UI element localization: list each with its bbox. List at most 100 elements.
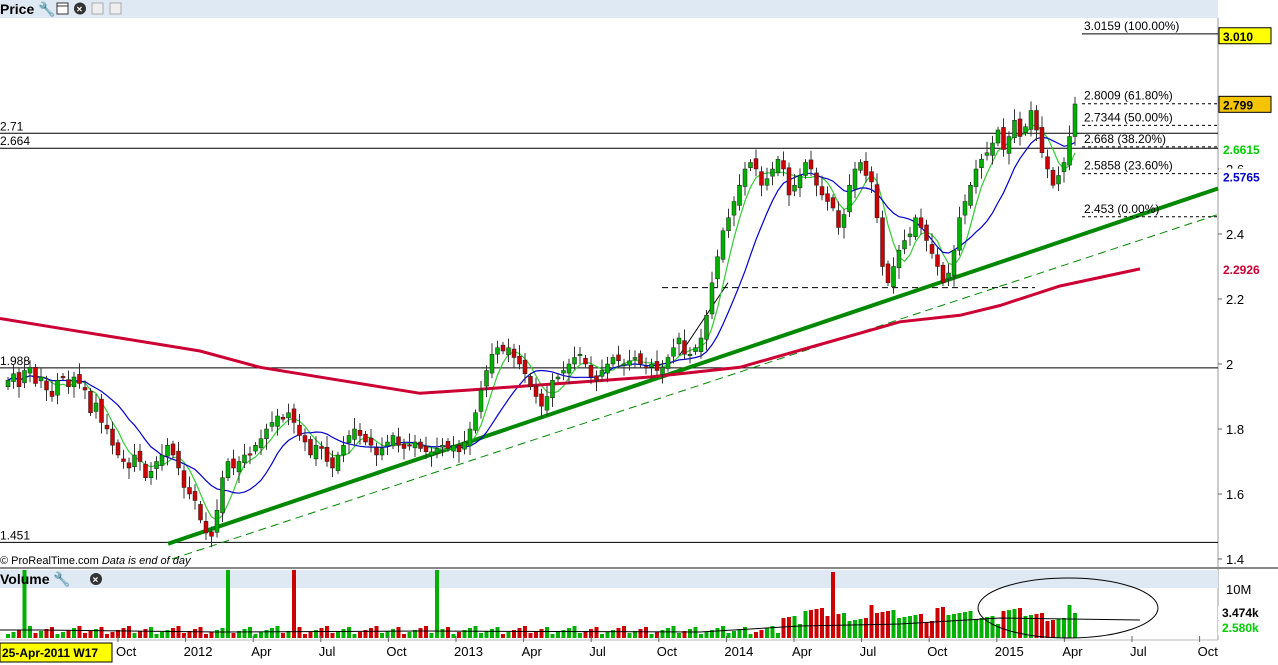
candle-body xyxy=(280,417,286,420)
candle-body xyxy=(115,442,121,456)
volume-bar xyxy=(171,628,175,638)
volume-bar xyxy=(699,634,703,638)
candle-body xyxy=(1056,175,1061,185)
candle-body xyxy=(605,363,610,374)
candle-body xyxy=(913,217,918,237)
volume-panel-title: Volume xyxy=(0,571,50,587)
volume-bar xyxy=(825,616,830,638)
volume-bar xyxy=(506,632,511,638)
candle-body xyxy=(16,372,22,388)
volume-bar xyxy=(952,614,956,638)
source-note: © ProRealTime.com Data is end of day xyxy=(0,555,192,567)
volume-bar xyxy=(270,628,274,638)
level-label: 2.664 xyxy=(0,134,30,148)
candle-body xyxy=(819,186,825,196)
candle-body xyxy=(577,354,583,356)
candle-body xyxy=(924,224,929,241)
price-volume-chart[interactable]: 2.712.664 1.988 1.451 3.0159 (100.00%) 2.80… xyxy=(0,0,1278,665)
candle-body xyxy=(467,428,473,447)
volume-bar xyxy=(974,619,978,638)
candle-body xyxy=(297,424,302,436)
candle-body xyxy=(154,461,159,469)
volume-bar xyxy=(336,631,340,638)
candle-body xyxy=(880,217,885,267)
volume-bar xyxy=(644,627,648,638)
candle-body xyxy=(907,233,913,237)
candle-body xyxy=(236,461,242,473)
window-icon[interactable] xyxy=(56,2,69,15)
candle-body xyxy=(209,531,214,537)
candle-body xyxy=(583,357,588,365)
volume-bar xyxy=(484,631,489,638)
candle-body xyxy=(203,521,209,534)
candle-body xyxy=(286,412,291,419)
candle-body xyxy=(885,263,891,283)
candle-body xyxy=(753,158,759,170)
candle-body xyxy=(478,389,484,412)
volume-bar xyxy=(374,626,379,638)
candle-body xyxy=(610,357,616,365)
candle-body xyxy=(291,408,297,423)
volume-bar xyxy=(1056,619,1061,638)
candle-body xyxy=(99,398,104,423)
expand-icon[interactable] xyxy=(91,2,104,15)
x-tick-label: Oct xyxy=(657,644,678,659)
fib-level-label: 3.0159 (100.00%) xyxy=(1084,19,1179,33)
volume-bar xyxy=(556,632,560,638)
candle-body xyxy=(1006,136,1012,154)
candle-body xyxy=(495,347,500,355)
candle-body xyxy=(445,441,451,449)
candle-body xyxy=(176,450,181,469)
candle-body xyxy=(836,210,841,228)
wrench-icon[interactable]: 🔧 xyxy=(53,570,70,588)
candle-body xyxy=(247,453,253,456)
candle-body xyxy=(456,445,462,452)
volume-bar xyxy=(55,634,60,638)
x-tick-label: Jul xyxy=(319,644,336,659)
candle-body xyxy=(792,185,797,192)
x-tick-label: Apr xyxy=(1062,644,1083,659)
candle-body xyxy=(346,435,352,443)
candle-body xyxy=(588,365,594,378)
volume-bar xyxy=(380,633,384,638)
candle-body xyxy=(1017,118,1023,137)
volume-bar xyxy=(242,629,247,638)
volume-bar xyxy=(693,627,698,638)
x-tick-label: Apr xyxy=(792,644,813,659)
volume-bar xyxy=(72,628,76,638)
candle-body xyxy=(27,367,33,374)
candle-body xyxy=(148,471,154,478)
collapse-icon[interactable] xyxy=(109,2,122,15)
volume-bar xyxy=(737,629,742,638)
price-tag-text: 3.010 xyxy=(1223,30,1253,44)
candle-body xyxy=(814,172,819,186)
candle-body xyxy=(231,458,236,469)
volume-bar xyxy=(880,612,885,638)
candle-body xyxy=(742,168,748,187)
volume-bar xyxy=(968,611,973,638)
candle-body xyxy=(676,337,682,345)
volume-bar xyxy=(33,633,38,638)
volume-bar xyxy=(308,632,313,638)
candle-body xyxy=(264,428,269,439)
volume-bar xyxy=(391,629,395,638)
candle-body xyxy=(451,445,456,452)
price-panel-title: Price xyxy=(0,1,34,17)
candle-body xyxy=(550,380,555,399)
price-tag-text: 2.2926 xyxy=(1223,263,1260,277)
candle-body xyxy=(973,168,979,187)
candle-body xyxy=(170,443,176,456)
candle-body xyxy=(187,487,192,495)
volume-bar xyxy=(820,608,824,638)
candle-body xyxy=(82,387,88,391)
volume-bar xyxy=(231,633,236,638)
candle-body xyxy=(764,178,770,186)
volume-bar xyxy=(638,629,643,638)
volume-bar xyxy=(446,627,450,638)
candle-body xyxy=(88,391,93,413)
volume-bar xyxy=(616,628,621,638)
wrench-icon[interactable]: 🔧 xyxy=(38,0,55,18)
candle-body xyxy=(335,454,341,471)
price-panel-header xyxy=(0,0,1218,18)
volume-bar xyxy=(1051,620,1055,638)
